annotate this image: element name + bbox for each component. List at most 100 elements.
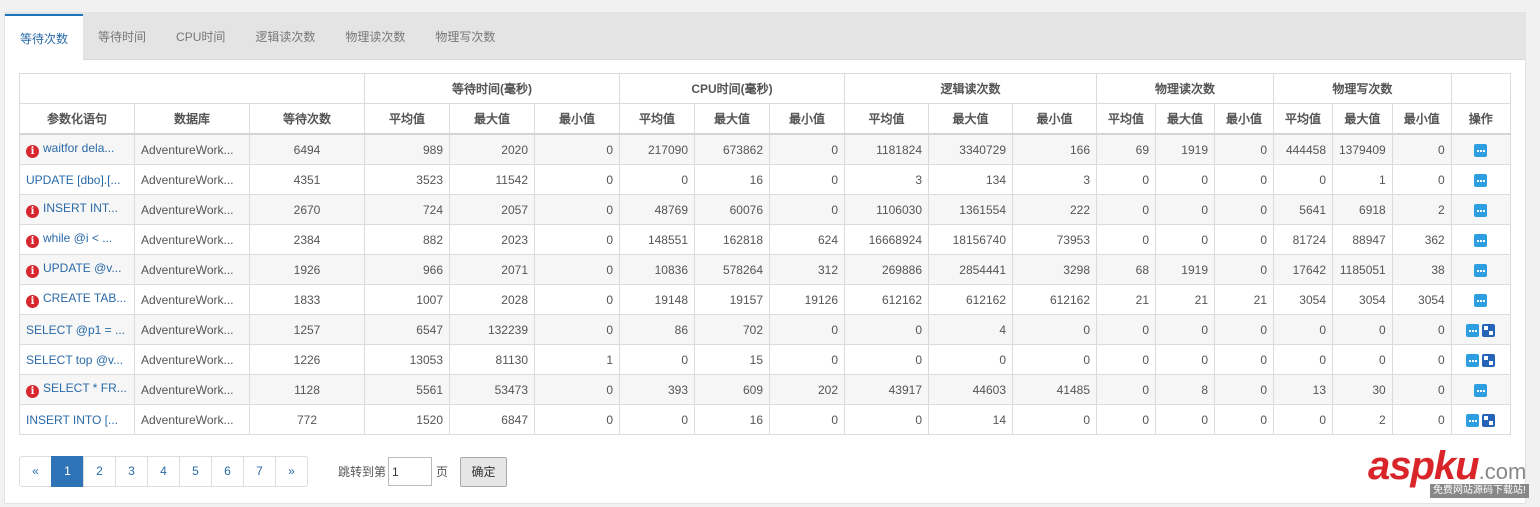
statement-cell[interactable]: i UPDATE @v...	[19, 254, 135, 285]
page-jump-input[interactable]	[388, 457, 433, 486]
tab-5[interactable]: 物理写次数	[420, 13, 510, 59]
statement-text[interactable]: CREATE TAB...	[43, 291, 126, 305]
physical-reads-avg-cell: 69	[1096, 133, 1156, 165]
details-icon[interactable]	[1474, 383, 1488, 397]
wait-count-cell: 772	[249, 404, 365, 435]
col-header-wait-min[interactable]: 最小值	[534, 103, 620, 135]
statement-cell[interactable]: i SELECT * FR...	[19, 374, 135, 405]
table-row: i waitfor dela... AdventureWork... 6494 989 2…	[19, 133, 1511, 165]
tab-0[interactable]: 等待次数	[5, 14, 84, 60]
page-button-6[interactable]: 6	[211, 456, 244, 487]
statement-text[interactable]: SELECT * FR...	[43, 381, 127, 395]
col-header-cpu-max[interactable]: 最大值	[694, 103, 770, 135]
statement-text[interactable]: UPDATE @v...	[43, 261, 121, 275]
details-icon[interactable]	[1474, 173, 1488, 187]
col-header-pw-avg[interactable]: 平均值	[1273, 103, 1333, 135]
statement-text[interactable]: SELECT top @v...	[26, 353, 123, 367]
col-header-cpu-avg[interactable]: 平均值	[619, 103, 695, 135]
tab-4[interactable]: 物理读次数	[330, 13, 420, 59]
col-header-lr-max[interactable]: 最大值	[928, 103, 1013, 135]
physical-reads-max-cell: 21	[1155, 284, 1215, 315]
statement-text[interactable]: UPDATE [dbo].[...	[26, 173, 120, 187]
cpu-max-cell: 19157	[694, 284, 770, 315]
wait-min-cell: 0	[534, 314, 620, 345]
statement-cell[interactable]: SELECT top @v...	[19, 344, 135, 375]
wait-count-cell: 2384	[249, 224, 365, 255]
tab-1[interactable]: 等待时间	[83, 13, 161, 59]
col-header-wait-avg[interactable]: 平均值	[364, 103, 450, 135]
wait-max-cell: 2057	[449, 194, 535, 225]
stats-table: 等待时间(毫秒) CPU时间(毫秒) 逻辑读次数 物理读次数 物理写次数 参数化…	[19, 73, 1511, 435]
wait-count-cell: 1128	[249, 374, 365, 405]
warning-circle-icon: i	[26, 385, 39, 398]
statement-cell[interactable]: i while @i < ...	[19, 224, 135, 255]
table-row: SELECT @p1 = ... AdventureWork... 1257 6547…	[19, 314, 1511, 345]
execution-plan-icon[interactable]	[1482, 323, 1496, 337]
wait-max-cell: 2020	[449, 133, 535, 165]
col-header-lr-min[interactable]: 最小值	[1012, 103, 1097, 135]
col-header-pw-max[interactable]: 最大值	[1332, 103, 1393, 135]
statement-cell[interactable]: INSERT INTO [...	[19, 404, 135, 435]
col-header-wait-count[interactable]: 等待次数	[249, 103, 365, 135]
database-cell: AdventureWork...	[134, 194, 250, 225]
physical-writes-max-cell: 0	[1332, 344, 1393, 375]
statement-cell[interactable]: SELECT @p1 = ...	[19, 314, 135, 345]
col-header-pr-max[interactable]: 最大值	[1155, 103, 1215, 135]
physical-writes-min-cell: 0	[1391, 133, 1452, 165]
cpu-min-cell: 0	[769, 344, 845, 375]
col-header-statement[interactable]: 参数化语句	[19, 103, 135, 135]
tab-3[interactable]: 逻辑读次数	[240, 13, 330, 59]
statement-text[interactable]: SELECT @p1 = ...	[26, 323, 125, 337]
physical-writes-avg-cell: 81724	[1273, 224, 1333, 255]
statement-text[interactable]: INSERT INT...	[43, 201, 118, 215]
header-blank-action	[1450, 73, 1511, 104]
statement-text[interactable]: INSERT INTO [...	[26, 413, 118, 427]
logical-reads-max-cell: 3340729	[928, 133, 1013, 165]
next-page-button[interactable]: »	[275, 456, 308, 487]
details-icon[interactable]	[1474, 203, 1488, 217]
action-cell	[1450, 344, 1511, 375]
statement-cell[interactable]: UPDATE [dbo].[...	[19, 164, 135, 195]
physical-writes-min-cell: 0	[1391, 344, 1452, 375]
tab-2[interactable]: CPU时间	[161, 13, 240, 59]
col-header-pw-min[interactable]: 最小值	[1391, 103, 1452, 135]
cpu-avg-cell: 148551	[619, 224, 695, 255]
execution-plan-icon[interactable]	[1482, 353, 1496, 367]
watermark-domain: .com	[1478, 459, 1527, 484]
col-header-pr-avg[interactable]: 平均值	[1096, 103, 1156, 135]
details-icon[interactable]	[1466, 323, 1480, 337]
logical-reads-min-cell: 3298	[1012, 254, 1097, 285]
database-cell: AdventureWork...	[134, 374, 250, 405]
statement-text[interactable]: waitfor dela...	[43, 141, 114, 155]
group-header-physical-writes: 物理写次数	[1273, 73, 1452, 104]
physical-writes-avg-cell: 0	[1273, 404, 1333, 435]
wait-max-cell: 81130	[449, 344, 535, 375]
details-icon[interactable]	[1474, 143, 1488, 157]
statement-text[interactable]: while @i < ...	[43, 231, 112, 245]
page-button-3[interactable]: 3	[115, 456, 148, 487]
prev-page-button[interactable]: «	[19, 456, 52, 487]
logical-reads-min-cell: 3	[1012, 164, 1097, 195]
details-icon[interactable]	[1474, 233, 1488, 247]
details-icon[interactable]	[1474, 263, 1488, 277]
col-header-wait-max[interactable]: 最大值	[449, 103, 535, 135]
confirm-button[interactable]: 确定	[460, 457, 507, 487]
page-button-5[interactable]: 5	[179, 456, 212, 487]
statement-cell[interactable]: i waitfor dela...	[19, 133, 135, 165]
col-header-pr-min[interactable]: 最小值	[1214, 103, 1274, 135]
col-header-cpu-min[interactable]: 最小值	[769, 103, 845, 135]
page-button-2[interactable]: 2	[83, 456, 116, 487]
physical-writes-min-cell: 362	[1391, 224, 1452, 255]
execution-plan-icon[interactable]	[1482, 413, 1496, 427]
statement-cell[interactable]: i INSERT INT...	[19, 194, 135, 225]
details-icon[interactable]	[1466, 413, 1480, 427]
page-button-1[interactable]: 1	[51, 456, 84, 487]
page-button-7[interactable]: 7	[243, 456, 276, 487]
details-icon[interactable]	[1466, 353, 1480, 367]
cpu-avg-cell: 48769	[619, 194, 695, 225]
col-header-database[interactable]: 数据库	[134, 103, 250, 135]
col-header-lr-avg[interactable]: 平均值	[844, 103, 929, 135]
details-icon[interactable]	[1474, 293, 1488, 307]
statement-cell[interactable]: i CREATE TAB...	[19, 284, 135, 315]
page-button-4[interactable]: 4	[147, 456, 180, 487]
